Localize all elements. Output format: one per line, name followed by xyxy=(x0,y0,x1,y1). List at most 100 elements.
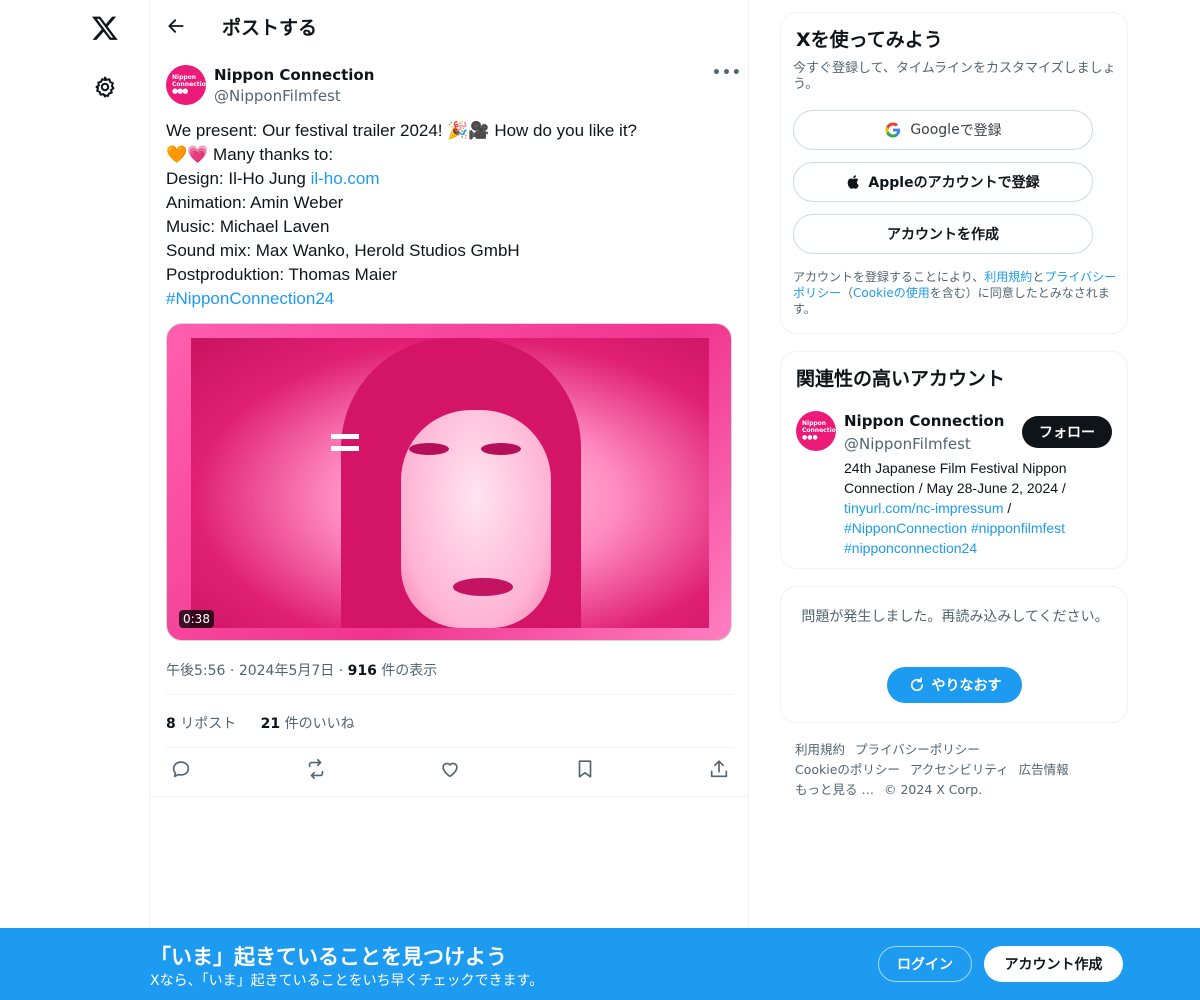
bio-text: 24th Japanese Film Festival Nippon Conne… xyxy=(844,460,1067,496)
bio-hashtag[interactable]: #NipponConnection xyxy=(844,520,967,536)
likes-count: 21 xyxy=(260,716,281,732)
video-duration: 0:38 xyxy=(179,610,214,628)
divider xyxy=(150,796,749,797)
post-hashtag[interactable]: #NipponConnection24 xyxy=(166,287,736,311)
post-actions xyxy=(166,758,734,788)
terms-link[interactable]: 利用規約 xyxy=(984,270,1032,284)
avatar-label: Nippon Connection xyxy=(172,74,206,88)
thumbnail-lips xyxy=(453,578,513,596)
footer-terms[interactable]: 利用規約 xyxy=(795,742,845,757)
video-thumbnail xyxy=(191,338,709,628)
thumbnail-eye xyxy=(481,443,521,455)
post-time[interactable]: 午後5:56 xyxy=(166,663,225,679)
google-signup-label: で登録 xyxy=(959,123,1002,139)
avatar-dots: ●●● xyxy=(802,434,818,441)
terms-text: アカウントを登録することにより、 xyxy=(793,270,985,284)
gear-icon[interactable] xyxy=(93,75,117,99)
divider xyxy=(166,747,734,748)
related-account-name[interactable]: Nippon Connection xyxy=(844,412,1004,430)
cookie-link[interactable]: Cookieの使用 xyxy=(853,286,930,300)
footer-cookie[interactable]: Cookieのポリシー xyxy=(795,762,900,777)
x-logo-icon[interactable] xyxy=(91,14,119,42)
post-line: Music: Michael Laven xyxy=(166,217,330,236)
meta-separator: · xyxy=(338,663,348,679)
footer-privacy[interactable]: プライバシーポリシー xyxy=(855,742,980,757)
page-title: ポストする xyxy=(222,17,318,39)
signup-button[interactable]: アカウント作成 xyxy=(984,946,1123,982)
post-date[interactable]: 2024年5月7日 xyxy=(239,663,334,679)
repost-icon[interactable] xyxy=(305,758,327,780)
avatar-dots: ●●● xyxy=(172,87,188,95)
google-icon xyxy=(885,122,901,138)
views-count: 916 xyxy=(347,663,377,679)
likes-stat[interactable]: 21 件のいいね xyxy=(261,716,355,732)
signup-terms: アカウントを登録することにより、利用規約とプライバシーポリシー（Cookieの使… xyxy=(793,269,1119,317)
reposts-count: 8 xyxy=(166,716,176,732)
signup-card: Xを使ってみよう 今すぐ登録して、タイムラインをカスタマイズしましょう。 Goo… xyxy=(780,12,1128,334)
avatar[interactable]: Nippon Connection ●●● xyxy=(796,411,836,451)
footer-ads[interactable]: 広告情報 xyxy=(1019,762,1069,777)
post-stats: 8 リポスト 21 件のいいね xyxy=(166,713,375,733)
reposts-label: リポスト xyxy=(180,716,237,732)
page-header: ポストする xyxy=(150,0,748,53)
video-player[interactable]: 0:38 xyxy=(166,323,732,641)
related-accounts-card: 関連性の高いアカウント Nippon Connection ●●● Nippon… xyxy=(780,351,1128,569)
meta-separator: · xyxy=(229,663,239,679)
like-icon[interactable] xyxy=(439,758,461,780)
banner-title: 「いま」起きていることを見つけよう xyxy=(150,945,507,969)
footer-links: 利用規約 プライバシーポリシー Cookieのポリシー アクセシビリティ 広告情報 も… xyxy=(795,740,1115,800)
post-line: Animation: Amin Weber xyxy=(166,193,344,212)
apple-signup-label: Appleのアカウントで登録 xyxy=(868,175,1040,191)
reply-icon[interactable] xyxy=(170,758,192,780)
post-line: We present: Our festival trailer 2024! 🎉… xyxy=(166,121,637,140)
more-icon[interactable]: ••• xyxy=(712,65,741,85)
follow-button[interactable]: フォロー xyxy=(1022,416,1112,448)
bottom-banner: 「いま」起きていることを見つけよう Xなら、「いま」起きていることをいち早くチェ… xyxy=(0,928,1200,1000)
left-nav xyxy=(0,0,150,1000)
related-account-bio: 24th Japanese Film Festival Nippon Conne… xyxy=(844,458,1114,558)
bio-link[interactable]: tinyurl.com/nc-impressum xyxy=(844,500,1003,516)
thumbnail-eye xyxy=(409,443,449,455)
bio-text: / xyxy=(1003,500,1012,516)
avatar[interactable]: Nippon Connection ●●● xyxy=(166,65,206,105)
error-card: 問題が発生しました。再読み込みしてください。 やりなおす xyxy=(780,586,1128,723)
create-account-button[interactable]: アカウントを作成 xyxy=(793,214,1093,254)
post-line: 🧡💗 Many thanks to: xyxy=(166,145,334,164)
google-brand-label: Google xyxy=(910,122,960,138)
author-handle[interactable]: @NipponFilmfest xyxy=(214,87,341,105)
post-link[interactable]: il-ho.com xyxy=(311,169,380,188)
error-message: 問題が発生しました。再読み込みしてください。 xyxy=(801,609,1109,625)
related-title: 関連性の高いアカウント xyxy=(796,368,1006,390)
thumbnail-glyph xyxy=(331,434,359,454)
login-button[interactable]: ログイン xyxy=(878,946,972,982)
create-account-label: アカウントを作成 xyxy=(887,227,999,243)
author-name[interactable]: Nippon Connection xyxy=(214,66,374,84)
post-line: Postproduktion: Thomas Maier xyxy=(166,265,398,284)
terms-text: と xyxy=(1032,270,1045,284)
apple-signup-button[interactable]: Appleのアカウントで登録 xyxy=(793,162,1093,202)
footer-more[interactable]: もっと見る … xyxy=(795,782,874,797)
main-column: ポストする Nippon Connection ●●● Nippon Conne… xyxy=(150,0,749,1000)
bio-hashtag[interactable]: #nipponfilmfest xyxy=(971,520,1065,536)
share-icon[interactable] xyxy=(708,758,730,780)
footer-accessibility[interactable]: アクセシビリティ xyxy=(910,762,1009,777)
apple-icon xyxy=(848,175,860,189)
post-line: Sound mix: Max Wanko, Herold Studios Gmb… xyxy=(166,241,520,260)
post-meta: 午後5:56 · 2024年5月7日 · 916 件の表示 xyxy=(166,660,437,680)
retry-button[interactable]: やりなおす xyxy=(887,667,1022,703)
views-label: 件の表示 xyxy=(381,663,438,679)
related-account-handle[interactable]: @NipponFilmfest xyxy=(844,435,971,453)
footer-copyright: © 2024 X Corp. xyxy=(883,782,983,797)
likes-label: 件のいいね xyxy=(284,716,355,732)
back-arrow-icon xyxy=(168,19,184,33)
post-author: Nippon Connection ●●● Nippon Connection … xyxy=(166,65,741,107)
avatar-label: Nippon Connection xyxy=(802,420,836,434)
post-line-text: Design: Il-Ho Jung xyxy=(166,169,311,188)
back-button[interactable] xyxy=(164,14,188,38)
bio-hashtag[interactable]: #nipponconnection24 xyxy=(844,540,977,556)
retry-label: やりなおす xyxy=(931,678,1002,694)
reposts-stat[interactable]: 8 リポスト xyxy=(166,716,236,732)
google-signup-button[interactable]: Google で登録 xyxy=(793,110,1093,150)
bookmark-icon[interactable] xyxy=(574,758,596,780)
post-line: Design: Il-Ho Jung il-ho.com xyxy=(166,167,736,191)
